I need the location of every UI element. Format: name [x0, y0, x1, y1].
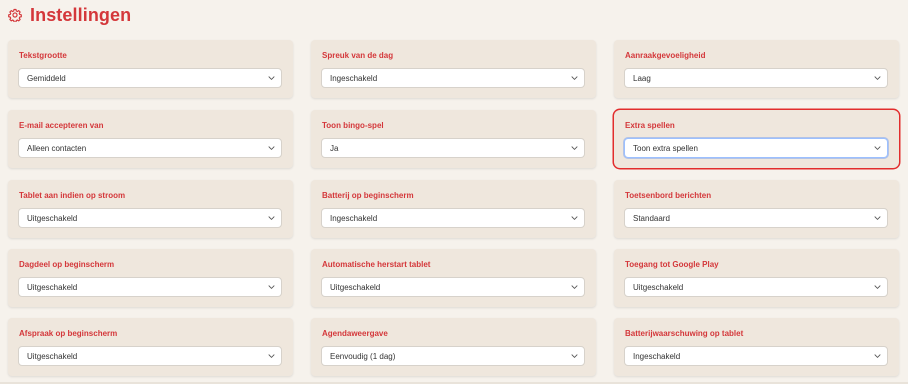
select-value: Uitgeschakeld [330, 282, 381, 292]
chevron-down-icon [268, 216, 275, 221]
page-header: Instellingen [8, 3, 131, 27]
select-value: Alleen contacten [27, 143, 87, 153]
setting-select-extra-spellen[interactable]: Toon extra spellen [624, 138, 888, 158]
chevron-down-icon [571, 354, 578, 359]
select-value: Toon extra spellen [633, 143, 698, 153]
chevron-down-icon [268, 285, 275, 290]
setting-label: Toetsenbord berichten [625, 191, 712, 200]
select-value: Standaard [633, 213, 670, 223]
chevron-down-icon [874, 216, 881, 221]
select-value: Uitgeschakeld [633, 282, 684, 292]
setting-label: E-mail accepteren van [19, 121, 104, 130]
setting-label: Batterij op beginscherm [322, 191, 414, 200]
setting-select-google-play[interactable]: Uitgeschakeld [624, 277, 888, 297]
select-value: Ingeschakeld [330, 73, 378, 83]
setting-card-toetsenbord: Toetsenbord berichten Standaard [614, 180, 899, 238]
select-value: Uitgeschakeld [27, 351, 78, 361]
select-value: Ingeschakeld [330, 213, 378, 223]
select-value: Ingeschakeld [633, 351, 681, 361]
setting-label: Toegang tot Google Play [625, 260, 719, 269]
setting-select-email[interactable]: Alleen contacten [18, 138, 282, 158]
setting-label: Spreuk van de dag [322, 51, 394, 60]
setting-card-batterijwaarschuwing: Batterijwaarschuwing op tablet Ingeschak… [614, 318, 899, 376]
select-value: Laag [633, 73, 651, 83]
chevron-down-icon [268, 354, 275, 359]
setting-label: Dagdeel op beginscherm [19, 260, 115, 269]
setting-select-afspraak[interactable]: Uitgeschakeld [18, 346, 282, 366]
chevron-down-icon [874, 76, 881, 81]
chevron-down-icon [571, 146, 578, 151]
setting-select-spreuk[interactable]: Ingeschakeld [321, 68, 585, 88]
select-value: Uitgeschakeld [27, 282, 78, 292]
setting-label: Tekstgrootte [19, 51, 67, 60]
setting-card-tablet-stroom: Tablet aan indien op stroom Uitgeschakel… [8, 180, 293, 238]
setting-select-aanraakgevoeligheid[interactable]: Laag [624, 68, 888, 88]
setting-label: Afspraak op beginscherm [19, 329, 118, 338]
select-value: Ja [330, 143, 339, 153]
setting-card-afspraak: Afspraak op beginscherm Uitgeschakeld [8, 318, 293, 376]
setting-select-herstart[interactable]: Uitgeschakeld [321, 277, 585, 297]
setting-card-batterij: Batterij op beginscherm Ingeschakeld [311, 180, 596, 238]
setting-label: Aanraakgevoeligheid [625, 51, 706, 60]
chevron-down-icon [571, 216, 578, 221]
setting-select-batterijwaarschuwing[interactable]: Ingeschakeld [624, 346, 888, 366]
chevron-down-icon [571, 76, 578, 81]
setting-select-dagdeel[interactable]: Uitgeschakeld [18, 277, 282, 297]
setting-card-bingo: Toon bingo-spel Ja [311, 110, 596, 168]
setting-select-tekstgrootte[interactable]: Gemiddeld [18, 68, 282, 88]
select-value: Uitgeschakeld [27, 213, 78, 223]
setting-card-google-play: Toegang tot Google Play Uitgeschakeld [614, 249, 899, 307]
setting-select-tablet-stroom[interactable]: Uitgeschakeld [18, 208, 282, 228]
setting-label: Automatische herstart tablet [322, 260, 431, 269]
setting-select-batterij[interactable]: Ingeschakeld [321, 208, 585, 228]
setting-card-aanraakgevoeligheid: Aanraakgevoeligheid Laag [614, 40, 899, 98]
setting-select-toetsenbord[interactable]: Standaard [624, 208, 888, 228]
chevron-down-icon [268, 146, 275, 151]
setting-card-email: E-mail accepteren van Alleen contacten [8, 110, 293, 168]
setting-label: Batterijwaarschuwing op tablet [625, 329, 744, 338]
setting-card-extra-spellen: Extra spellen Toon extra spellen [614, 110, 899, 168]
setting-card-agendaweergave: Agendaweergave Eenvoudig (1 dag) [311, 318, 596, 376]
setting-card-tekstgrootte: Tekstgrootte Gemiddeld [8, 40, 293, 98]
chevron-down-icon [874, 285, 881, 290]
chevron-down-icon [874, 354, 881, 359]
setting-card-dagdeel: Dagdeel op beginscherm Uitgeschakeld [8, 249, 293, 307]
setting-card-spreuk: Spreuk van de dag Ingeschakeld [311, 40, 596, 98]
setting-select-agendaweergave[interactable]: Eenvoudig (1 dag) [321, 346, 585, 366]
setting-label: Agendaweergave [322, 329, 388, 338]
chevron-down-icon [874, 146, 881, 151]
setting-card-herstart: Automatische herstart tablet Uitgeschake… [311, 249, 596, 307]
chevron-down-icon [571, 285, 578, 290]
setting-label: Tablet aan indien op stroom [19, 191, 126, 200]
select-value: Eenvoudig (1 dag) [330, 351, 396, 361]
page-title: Instellingen [30, 4, 132, 25]
setting-select-bingo[interactable]: Ja [321, 138, 585, 158]
select-value: Gemiddeld [27, 73, 66, 83]
gear-icon [8, 8, 22, 22]
setting-label: Extra spellen [625, 121, 675, 130]
setting-label: Toon bingo-spel [322, 121, 384, 130]
chevron-down-icon [268, 76, 275, 81]
